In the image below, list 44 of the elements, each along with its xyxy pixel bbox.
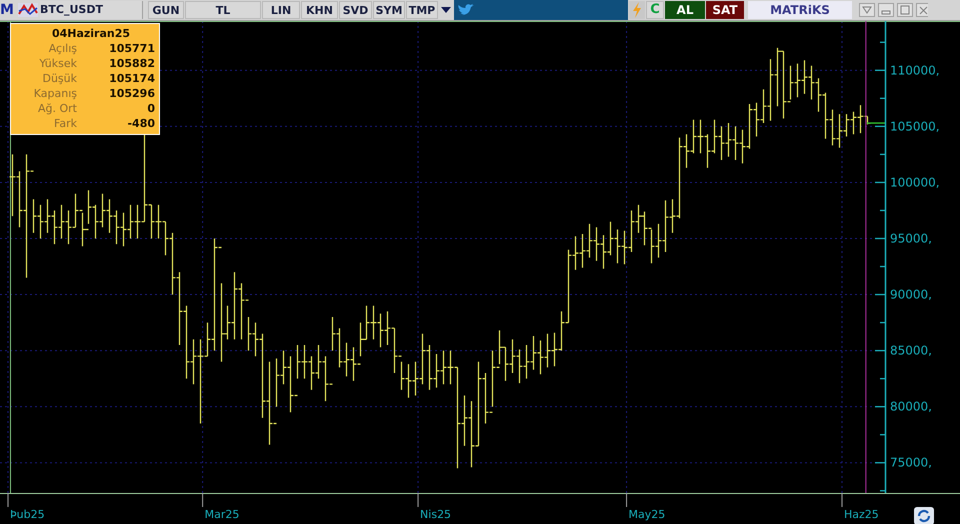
close-icon[interactable] xyxy=(916,3,928,17)
info-value: 0 xyxy=(146,101,155,116)
info-label: Kapanış xyxy=(32,86,77,101)
info-value: 105174 xyxy=(108,71,155,86)
info-value: 105296 xyxy=(108,86,155,101)
info-value: 105882 xyxy=(108,56,155,71)
info-label: Fark xyxy=(53,116,77,131)
toolbar-button[interactable]: TL xyxy=(185,1,261,19)
y-axis-label: 80000, xyxy=(890,400,932,414)
y-axis-label: 100000, xyxy=(890,175,940,190)
dropdown-icon[interactable] xyxy=(859,3,875,17)
toolbar-button[interactable]: SYM xyxy=(373,1,405,19)
sell-button[interactable]: SAT xyxy=(706,1,744,19)
x-axis-label: Mar25 xyxy=(204,508,240,521)
info-label: Açılış xyxy=(48,41,77,56)
info-value: -480 xyxy=(126,116,155,131)
info-label: Düşük xyxy=(41,71,77,86)
toolbar-button[interactable]: LIN xyxy=(262,1,300,19)
info-label: Yüksek xyxy=(38,56,77,71)
info-label: Ağ. Ort xyxy=(37,101,77,116)
x-axis-label: Þub25 xyxy=(10,508,45,521)
y-axis-label: 105000, xyxy=(890,119,940,134)
maximize-icon[interactable] xyxy=(897,3,913,17)
y-axis-label: 95000, xyxy=(890,232,932,246)
last-price-line xyxy=(866,122,885,124)
toolbar-button[interactable]: SVD xyxy=(339,1,372,19)
brand-label: MATRiKS xyxy=(748,1,852,19)
info-date: 04Haziran25 xyxy=(50,26,132,41)
toolbar-button[interactable]: GUN xyxy=(148,1,184,19)
y-axis-label: 85000, xyxy=(890,344,932,358)
refresh-icon xyxy=(914,507,934,524)
y-axis-label: 75000, xyxy=(890,456,932,470)
minimize-icon[interactable] xyxy=(878,3,894,17)
x-axis-label: Nis25 xyxy=(420,508,452,521)
chart-icon[interactable] xyxy=(17,2,39,18)
y-axis-label: 110000, xyxy=(890,63,940,78)
buy-button[interactable]: AL xyxy=(665,1,705,19)
x-axis-label: Haz25 xyxy=(844,508,879,521)
toolbar-button[interactable]: KHN xyxy=(301,1,338,19)
toolbar-button[interactable]: TMP xyxy=(406,1,438,19)
x-axis-label: May25 xyxy=(628,508,666,521)
symbol-field[interactable]: BTC_USDT xyxy=(40,1,143,19)
info-value: 105771 xyxy=(108,41,155,56)
y-axis-label: 90000, xyxy=(890,288,932,302)
